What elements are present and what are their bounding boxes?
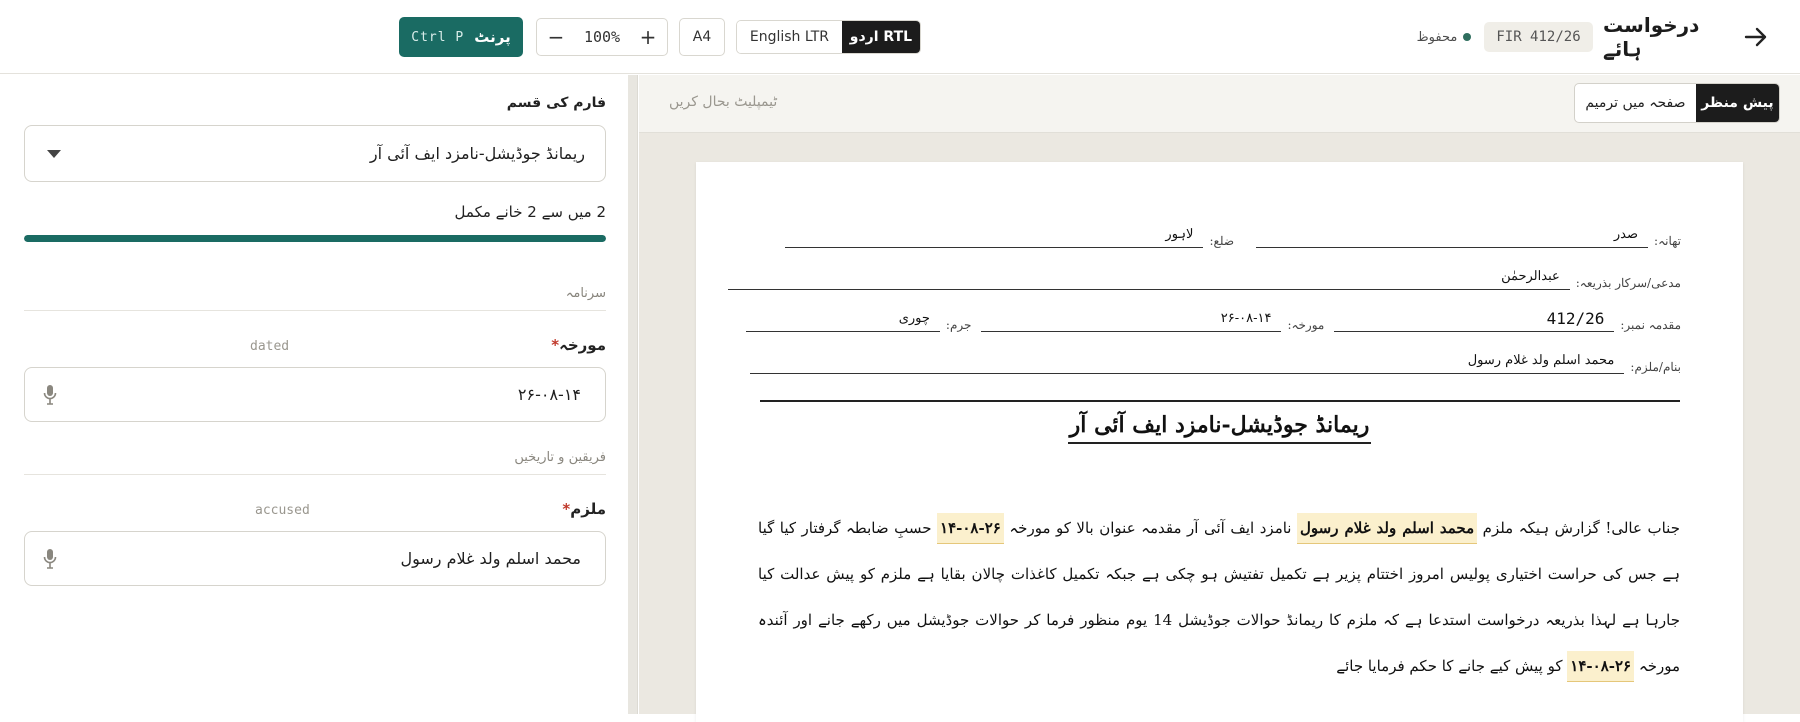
print-label: پرنٹ: [474, 28, 511, 46]
microphone-icon[interactable]: [43, 548, 57, 570]
form-panel: فارم کی قسم ریمانڈ جوڈیشل-نامزد ایف آئی …: [0, 75, 628, 714]
offence-value: چوری: [745, 308, 940, 332]
top-bar: Ctrl P پرنٹ − 100% + A4 English LTR اردو…: [0, 0, 1800, 74]
zoom-value: 100%: [583, 28, 621, 46]
document-page: تھانہ: صدر ضلع: لاہور مدعی/سرکار بذریعہ:…: [696, 162, 1743, 722]
preview-toolbar: ٹیمپلیٹ بحال کریں صفحہ میں ترمیم پیش منظ…: [639, 75, 1800, 133]
panel-resize-handle[interactable]: [628, 75, 638, 714]
document-body: جناب عالی! گزارش ہیکہ ملزم محمد اسلم ولد…: [758, 505, 1680, 689]
form-type-select[interactable]: ریمانڈ جوڈیشل-نامزد ایف آئی آر: [24, 125, 606, 182]
section-parties: فریقین و تاریخیں: [24, 450, 606, 475]
page-size-button[interactable]: A4: [679, 18, 725, 56]
zoom-out-button[interactable]: −: [537, 19, 575, 55]
preview-panel: ٹیمپلیٹ بحال کریں صفحہ میں ترمیم پیش منظ…: [639, 75, 1800, 722]
accused-label-text: ملزم: [570, 500, 606, 518]
district-value: لاہور: [785, 224, 1204, 248]
english-ltr-option[interactable]: English LTR: [737, 21, 842, 53]
accused-hint: accused: [255, 503, 310, 518]
progress-text: 2 میں سے 2 خانے مکمل: [454, 203, 606, 221]
date-input-value: ۲۶-۰۸-۱۴: [517, 385, 581, 404]
dated-label: مورخہ:: [1287, 318, 1325, 332]
header-divider: [760, 400, 1680, 402]
direction-toggle: English LTR اردو RTL: [736, 20, 921, 54]
progress-bar: [24, 235, 606, 242]
case-no-label: مقدمہ نمبر:: [1620, 318, 1681, 332]
chevron-down-icon: [47, 150, 61, 158]
police-station-label: تھانہ:: [1654, 234, 1681, 248]
complainant-label: مدعی/سرکار بذریعہ:: [1575, 276, 1681, 290]
form-type-value: ریمانڈ جوڈیشل-نامزد ایف آئی آر: [369, 144, 585, 163]
header-row-2: مدعی/سرکار بذریعہ: عبدالرحمٰن: [727, 266, 1681, 290]
header-row-4: بنام/ملزم: محمد اسلم ولد غلام رسول: [750, 350, 1681, 374]
body-part-1: جناب عالی! گزارش ہیکہ ملزم: [1482, 519, 1680, 537]
saved-dot-icon: [1463, 33, 1472, 41]
body-part-4: کو پیش کیے جانے کا حکم فرمایا جائے: [1336, 657, 1563, 675]
complainant-value: عبدالرحمٰن: [727, 266, 1570, 290]
accused-input-value: محمد اسلم ولد غلام رسول: [400, 549, 581, 568]
accused-input[interactable]: محمد اسلم ولد غلام رسول: [24, 531, 606, 586]
tab-preview[interactable]: پیش منظر: [1695, 84, 1779, 122]
microphone-icon[interactable]: [43, 384, 57, 406]
header-row-3: مقدمہ نمبر: 412/26 مورخہ: ۲۶-۰۸-۱۴ جرم: …: [745, 308, 1681, 332]
arrow-right-icon: [1744, 27, 1767, 47]
page-title: درخواست ہائے: [1603, 13, 1700, 61]
accused-doc-value: محمد اسلم ولد غلام رسول: [750, 350, 1625, 374]
document-title-text: ریمانڈ جوڈیشل-نامزد ایف آئی آر: [1067, 412, 1372, 444]
form-type-label: فارم کی قسم: [506, 95, 606, 111]
print-shortcut: Ctrl P: [411, 29, 465, 45]
print-button[interactable]: Ctrl P پرنٹ: [399, 17, 523, 57]
save-status-label: محفوظ: [1416, 29, 1458, 45]
body-part-3: حسبِ ضابطہ گرفتار کیا گیا ہے جس کی حراست…: [758, 519, 1680, 675]
district-label: ضلع:: [1209, 234, 1235, 248]
section-heading: سرنامہ: [24, 286, 606, 311]
zoom-control: − 100% +: [536, 18, 668, 56]
header-row-1: تھانہ: صدر ضلع: لاہور: [785, 224, 1681, 248]
date-field-label: مورخہ*: [547, 336, 606, 354]
case-id-badge: FIR 412/26: [1484, 22, 1593, 52]
body-part-2: نامزد ایف آئی آر مقدمہ عنوان بالا کو مور…: [1009, 519, 1292, 537]
date-input[interactable]: ۲۶-۰۸-۱۴: [24, 367, 606, 422]
accused-field-label: ملزم*: [558, 500, 606, 518]
required-marker: *: [551, 336, 560, 354]
highlight-date[interactable]: ۲۶-۰۸-۱۴: [937, 513, 1004, 544]
save-status: محفوظ: [1413, 18, 1475, 56]
zoom-in-button[interactable]: +: [629, 19, 667, 55]
highlight-accused[interactable]: محمد اسلم ولد غلام رسول: [1297, 513, 1478, 544]
tab-edit-page[interactable]: صفحہ میں ترمیم: [1575, 84, 1696, 122]
case-no-value: 412/26: [1334, 308, 1615, 332]
document-title: ریمانڈ جوڈیشل-نامزد ایف آئی آر: [696, 412, 1743, 444]
date-label-text: مورخہ: [559, 336, 606, 354]
accused-doc-label: بنام/ملزم:: [1630, 360, 1681, 374]
back-arrow-icon[interactable]: [1740, 18, 1772, 56]
dated-value: ۲۶-۰۸-۱۴: [981, 308, 1282, 332]
reset-template-link[interactable]: ٹیمپلیٹ بحال کریں: [669, 94, 777, 110]
police-station-value: صدر: [1256, 224, 1649, 248]
offence-label: جرم:: [945, 318, 972, 332]
urdu-rtl-option[interactable]: اردو RTL: [841, 21, 920, 53]
highlight-date[interactable]: ۲۶-۰۸-۱۴: [1567, 651, 1635, 682]
progress-fill: [24, 235, 606, 242]
date-hint: dated: [250, 339, 290, 354]
view-mode-toggle: صفحہ میں ترمیم پیش منظر: [1574, 83, 1780, 123]
